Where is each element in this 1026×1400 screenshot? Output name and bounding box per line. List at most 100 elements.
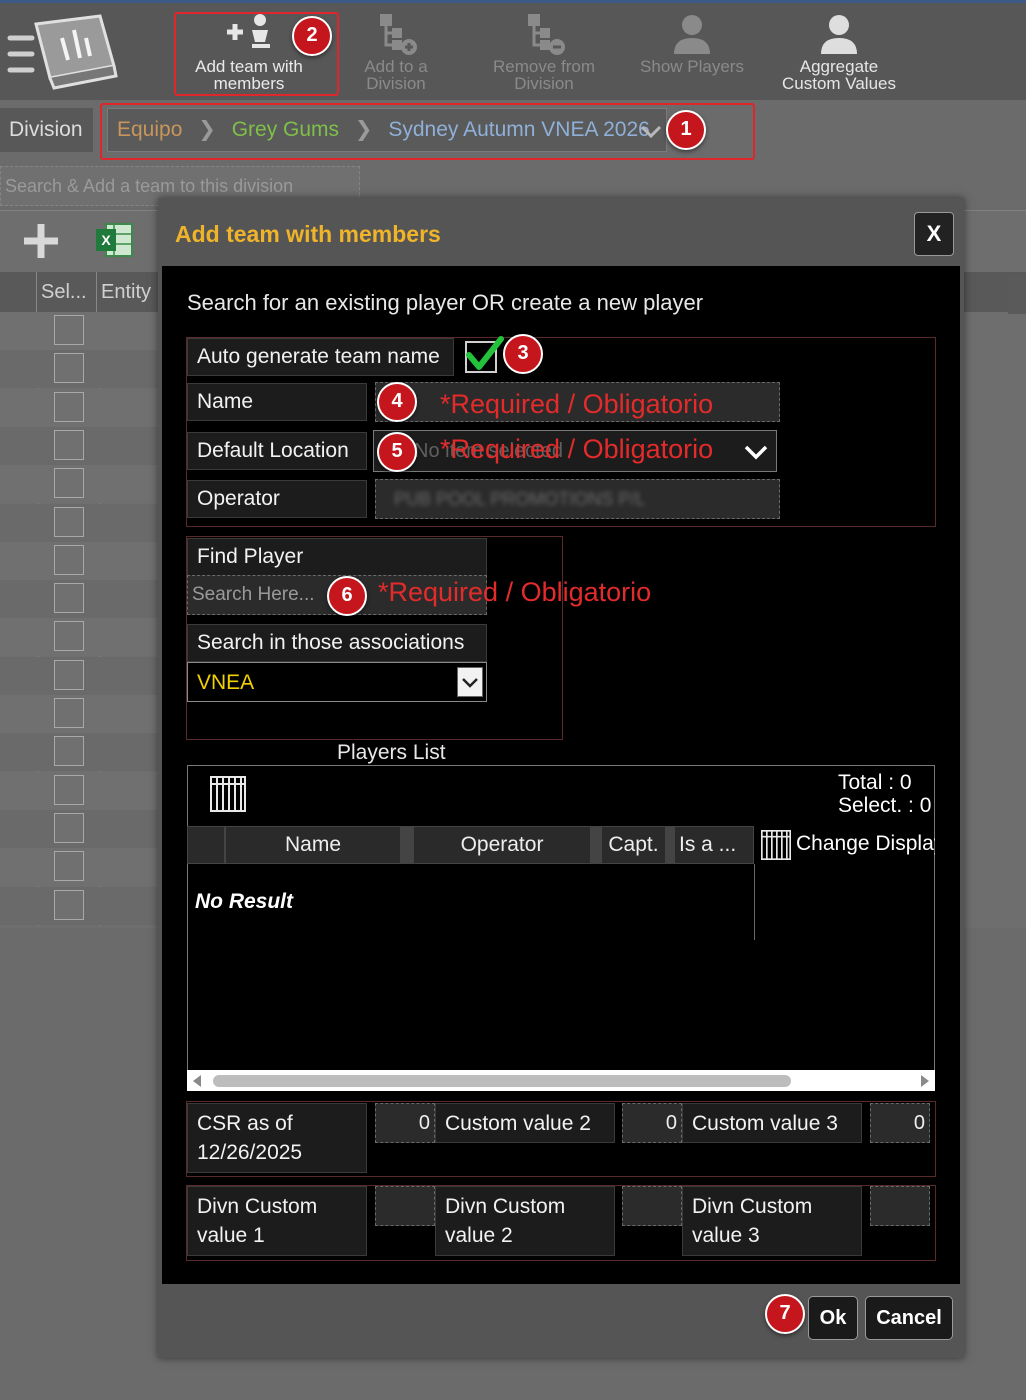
annotation-badge: 2 bbox=[292, 16, 332, 56]
column-header-captain[interactable]: Capt. bbox=[601, 826, 666, 864]
table-row[interactable] bbox=[0, 580, 158, 619]
show-players-label: Show Players bbox=[640, 57, 744, 76]
players-total: Total : 0 bbox=[838, 771, 912, 794]
change-display-button[interactable]: Change Display bbox=[760, 828, 935, 862]
annotation-badge: 4 bbox=[377, 382, 417, 422]
row-select-checkbox[interactable] bbox=[54, 736, 84, 767]
add-icon[interactable] bbox=[22, 222, 60, 260]
aggregate-label: Aggregate Custom Values bbox=[781, 57, 896, 93]
close-button[interactable]: X bbox=[914, 212, 954, 256]
aggregate-custom-values-button[interactable]: Aggregate Custom Values bbox=[774, 10, 904, 96]
app-logo[interactable] bbox=[6, 8, 118, 94]
row-select-checkbox[interactable] bbox=[54, 851, 84, 882]
person-icon bbox=[674, 15, 710, 54]
row-select-checkbox[interactable] bbox=[54, 812, 84, 843]
add-to-division-button[interactable]: Add to a Division bbox=[346, 10, 446, 96]
divn-custom-3-value[interactable] bbox=[870, 1186, 930, 1226]
find-player-placeholder: Search Here... bbox=[192, 584, 315, 605]
remove-from-division-label: Remove from Division bbox=[492, 57, 596, 93]
column-header-is-a[interactable]: Is a ... bbox=[674, 826, 754, 864]
default-location-select[interactable]: No item selected *Required / Obligatorio bbox=[373, 430, 777, 472]
modal-title: Add team with members bbox=[175, 221, 441, 247]
divn-custom-3-label: Divn Custom value 3 bbox=[682, 1186, 862, 1256]
column-header-blank bbox=[187, 826, 225, 864]
scroll-left-arrow[interactable] bbox=[193, 1075, 201, 1087]
change-display-label: Change Display bbox=[796, 832, 935, 855]
add-to-division-label: Add to a Division bbox=[364, 57, 428, 93]
table-row[interactable] bbox=[0, 733, 158, 772]
column-resizer[interactable] bbox=[591, 826, 601, 864]
cancel-button[interactable]: Cancel bbox=[865, 1296, 953, 1340]
row-select-checkbox[interactable] bbox=[54, 659, 84, 690]
divn-custom-2-value[interactable] bbox=[622, 1186, 682, 1226]
row-select-checkbox[interactable] bbox=[54, 621, 84, 652]
players-grid-hscrollbar[interactable] bbox=[187, 1070, 935, 1091]
operator-value: PUB POOL PROMOTIONS P/L bbox=[394, 489, 646, 509]
scroll-thumb[interactable] bbox=[213, 1075, 791, 1087]
column-header-select[interactable]: Sel... bbox=[36, 272, 96, 312]
operator-field: PUB POOL PROMOTIONS P/L bbox=[375, 479, 780, 519]
division-label: Division bbox=[0, 108, 93, 152]
column-chooser-icon bbox=[761, 830, 791, 860]
custom-value-2-label: Custom value 2 bbox=[435, 1103, 615, 1143]
location-required-hint: *Required / Obligatorio bbox=[440, 434, 714, 464]
table-row[interactable] bbox=[0, 809, 158, 848]
divn-custom-2-label: Divn Custom value 2 bbox=[435, 1186, 615, 1256]
row-select-checkbox[interactable] bbox=[54, 583, 84, 614]
table-row[interactable] bbox=[0, 848, 158, 887]
table-row[interactable] bbox=[0, 541, 158, 580]
remove-from-division-button[interactable]: Remove from Division bbox=[484, 10, 604, 96]
table-row[interactable] bbox=[0, 656, 158, 695]
name-label: Name bbox=[187, 383, 367, 421]
column-chooser-icon[interactable] bbox=[210, 776, 246, 812]
row-select-checkbox[interactable] bbox=[54, 774, 84, 805]
table-row[interactable] bbox=[0, 350, 158, 389]
annotation-badge: 6 bbox=[327, 576, 367, 616]
table-row[interactable] bbox=[0, 886, 158, 925]
auto-generate-checkbox[interactable] bbox=[465, 336, 504, 373]
table-row[interactable] bbox=[0, 771, 158, 810]
annotation-badge: 3 bbox=[503, 334, 543, 374]
row-select-checkbox[interactable] bbox=[54, 429, 84, 460]
row-select-checkbox[interactable] bbox=[54, 889, 84, 920]
table-row[interactable] bbox=[0, 465, 158, 504]
custom-value-3-value[interactable]: 0 bbox=[870, 1103, 930, 1143]
annotation-badge: 1 bbox=[666, 110, 706, 150]
custom-value-2-value[interactable]: 0 bbox=[622, 1103, 682, 1143]
table-row[interactable] bbox=[0, 695, 158, 733]
show-players-button[interactable]: Show Players bbox=[636, 10, 748, 96]
associations-select[interactable]: VNEA bbox=[187, 662, 487, 702]
column-header-name[interactable]: Name bbox=[225, 826, 401, 864]
find-player-label: Find Player bbox=[187, 538, 487, 576]
row-select-checkbox[interactable] bbox=[54, 353, 84, 384]
column-header-entity[interactable]: Entity bbox=[96, 272, 158, 312]
column-header-operator[interactable]: Operator bbox=[413, 826, 591, 864]
row-select-checkbox[interactable] bbox=[54, 315, 84, 345]
row-select-checkbox[interactable] bbox=[54, 698, 84, 728]
table-row[interactable] bbox=[0, 618, 158, 657]
table-row[interactable] bbox=[0, 503, 158, 542]
table-row[interactable] bbox=[0, 388, 158, 427]
person-icon bbox=[821, 15, 857, 54]
add-to-division-icon bbox=[380, 14, 417, 55]
row-select-checkbox[interactable] bbox=[54, 544, 84, 575]
table-row[interactable] bbox=[0, 426, 158, 465]
background-grid-scrollbar[interactable] bbox=[1008, 274, 1026, 314]
csr-value[interactable]: 0 bbox=[375, 1103, 435, 1143]
divn-custom-1-value[interactable] bbox=[375, 1186, 435, 1226]
csr-label: CSR as of 12/26/2025 bbox=[187, 1103, 367, 1173]
annotation-box-breadcrumb bbox=[100, 103, 755, 160]
excel-icon[interactable]: X bbox=[96, 222, 134, 258]
table-row[interactable] bbox=[0, 312, 158, 350]
ok-button[interactable]: Ok bbox=[808, 1296, 858, 1340]
players-list-title: Players List bbox=[337, 741, 446, 764]
row-select-checkbox[interactable] bbox=[54, 506, 84, 537]
operator-label: Operator bbox=[187, 480, 367, 518]
column-resizer[interactable] bbox=[666, 826, 674, 864]
row-select-checkbox[interactable] bbox=[54, 468, 84, 499]
row-select-checkbox[interactable] bbox=[54, 391, 84, 422]
divn-custom-1-label: Divn Custom value 1 bbox=[187, 1186, 367, 1256]
scroll-right-arrow[interactable] bbox=[921, 1075, 929, 1087]
column-resizer[interactable] bbox=[401, 826, 413, 864]
auto-generate-label: Auto generate team name bbox=[187, 338, 454, 376]
